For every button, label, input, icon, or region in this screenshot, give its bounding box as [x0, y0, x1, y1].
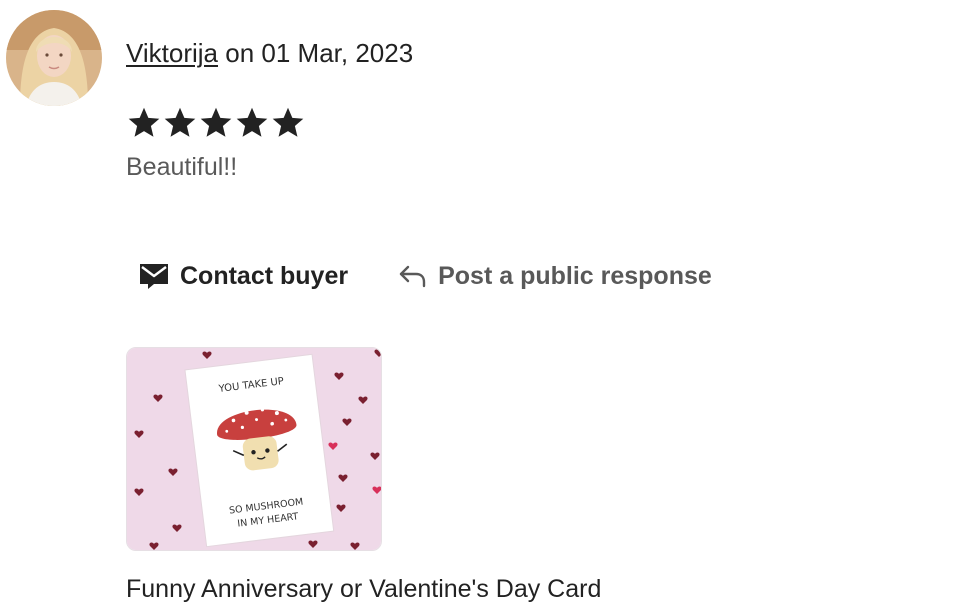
review-text: Beautiful!!	[126, 153, 238, 181]
product-thumbnail-image: YOU TAKE UP SO MUSHROOM IN MY HEART	[127, 348, 381, 550]
product-title-link[interactable]: Funny Anniversary or Valentine's Day Car…	[126, 572, 601, 606]
star-filled-icon	[164, 107, 196, 137]
reply-arrow-icon	[398, 263, 428, 289]
star-filled-icon	[272, 107, 304, 137]
star-filled-icon	[128, 107, 160, 137]
product-thumbnail[interactable]: YOU TAKE UP SO MUSHROOM IN MY HEART	[126, 347, 382, 551]
review-byline: Viktorija on 01 Mar, 2023	[126, 36, 413, 70]
review-actions: Contact buyer Post a public response	[138, 256, 712, 296]
avatar[interactable]	[6, 10, 102, 106]
star-rating	[126, 104, 306, 144]
contact-buyer-button[interactable]: Contact buyer	[138, 262, 348, 291]
contact-buyer-label: Contact buyer	[180, 261, 349, 290]
review-date: on 01 Mar, 2023	[225, 38, 414, 68]
star-filled-icon	[200, 107, 232, 137]
review-item: Viktorija on 01 Mar, 2023 Beautiful!! Co…	[0, 0, 958, 608]
reviewer-name-link[interactable]: Viktorija	[126, 38, 218, 68]
envelope-icon	[138, 262, 170, 290]
star-filled-icon	[236, 107, 268, 137]
post-public-response-label: Post a public response	[438, 261, 712, 290]
post-public-response-button[interactable]: Post a public response	[398, 262, 712, 291]
avatar-image	[6, 10, 102, 106]
